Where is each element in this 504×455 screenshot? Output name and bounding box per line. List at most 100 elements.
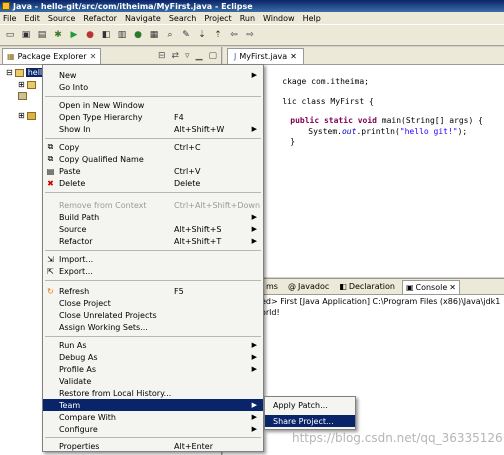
menu-item-shortcut: Ctrl+C — [174, 142, 201, 152]
tab-package-explorer[interactable]: ▦ Package Explorer ✕ — [2, 47, 102, 64]
search-icon[interactable]: ⌕ — [164, 29, 176, 41]
tab-console[interactable]: ▣ Console ✕ — [401, 279, 460, 294]
menu-item-delete[interactable]: ✖ Delete Delete — [43, 177, 263, 189]
menu-item-label: Export... — [59, 266, 93, 276]
code-line-print[interactable]: System.out.println("hello git!"); — [289, 118, 467, 145]
menu-item-export[interactable]: ⇱ Export... — [43, 265, 263, 277]
menu-edit[interactable]: Edit — [24, 14, 40, 23]
forward-icon[interactable]: ⇨ — [244, 29, 256, 41]
menu-item-close-unrelated-projects[interactable]: Close Unrelated Projects — [43, 309, 263, 321]
new-class-icon[interactable]: ● — [132, 29, 144, 41]
back-icon[interactable]: ⇦ — [228, 29, 240, 41]
code-text: ckage com.itheima; — [282, 77, 369, 86]
package-explorer-tabbar: ▦ Package Explorer ✕ ⊟ ⇄ ▿ ▁ ▢ — [0, 47, 221, 65]
menu-item-label: Remove from Context — [59, 200, 147, 210]
menu-source[interactable]: Source — [48, 14, 75, 23]
menu-separator — [45, 250, 261, 251]
menu-item-go-into[interactable]: Go Into — [43, 81, 263, 93]
tree-item-jre[interactable] — [18, 92, 27, 100]
submenu-arrow-icon: ▶ — [251, 341, 257, 349]
window-titlebar: Java - hello-git/src/com/itheima/MyFirst… — [0, 0, 504, 12]
save-icon[interactable]: ▣ — [20, 29, 32, 41]
menu-item-team[interactable]: Team ▶ — [43, 399, 263, 411]
menu-item-assign-working-sets[interactable]: Assign Working Sets... — [43, 321, 263, 333]
minimize-icon[interactable]: ▁ — [196, 51, 203, 61]
code-string: "hello git!" — [399, 127, 458, 136]
menu-item-refresh[interactable]: ↻ Refresh F5 — [43, 285, 263, 297]
source-folder-icon — [26, 80, 36, 89]
menu-item-build-path[interactable]: Build Path ▶ — [43, 211, 263, 223]
menu-item-remove-from-context[interactable]: Remove from Context Ctrl+Alt+Shift+Down — [43, 199, 263, 211]
menu-item-import[interactable]: ⇲ Import... — [43, 253, 263, 265]
expand-toggle-icon[interactable]: ⊞ — [18, 111, 25, 120]
menu-item-open-type-hierarchy[interactable]: Open Type Hierarchy F4 — [43, 111, 263, 123]
menu-item-copy-qualified-name[interactable]: ⧉ Copy Qualified Name — [43, 153, 263, 165]
menu-item-new[interactable]: New ▶ — [43, 69, 263, 81]
new-java-project-icon[interactable]: ◧ — [100, 29, 112, 41]
menu-item-source[interactable]: Source Alt+Shift+S ▶ — [43, 223, 263, 235]
menu-refactor[interactable]: Refactor — [83, 14, 117, 23]
print-icon[interactable]: ▤ — [36, 29, 48, 41]
tab-problems[interactable]: ms — [263, 280, 281, 294]
menu-navigate[interactable]: Navigate — [125, 14, 161, 23]
menu-item-debug-as[interactable]: Debug As ▶ — [43, 351, 263, 363]
prev-annotation-icon[interactable]: ⇡ — [212, 29, 224, 41]
collapse-toggle-icon[interactable]: ⊟ — [6, 68, 13, 77]
view-menu-icon[interactable]: ▿ — [185, 51, 190, 61]
menu-item-restore-local-history[interactable]: Restore from Local History... — [43, 387, 263, 399]
maximize-icon[interactable]: ▢ — [208, 51, 217, 61]
submenu-arrow-icon: ▶ — [251, 353, 257, 361]
tree-item-src[interactable]: ⊞ — [18, 80, 36, 89]
collapse-all-icon[interactable]: ⊟ — [158, 51, 166, 61]
console-tabbar: ms @ Javadoc ◧ Declaration ▣ Console ✕ — [223, 279, 504, 295]
expand-toggle-icon[interactable]: ⊞ — [18, 80, 25, 89]
debug-icon[interactable]: ✱ — [52, 29, 64, 41]
menu-search[interactable]: Search — [169, 14, 196, 23]
menu-item-run-as[interactable]: Run As ▶ — [43, 339, 263, 351]
menu-item-apply-patch[interactable]: Apply Patch... — [265, 399, 355, 411]
submenu-arrow-icon: ▶ — [251, 125, 257, 133]
menu-item-share-project[interactable]: Share Project... — [265, 415, 355, 427]
main-toolbar: ▭ ▣ ▤ ✱ ▶ ● ◧ ▥ ● ▦ ⌕ ✎ ⇣ ⇡ ⇦ ⇨ — [0, 24, 504, 46]
tree-item-other[interactable]: ⊞ — [18, 111, 36, 120]
open-type-icon[interactable]: ▦ — [148, 29, 160, 41]
run-icon[interactable]: ▶ — [68, 29, 80, 41]
menu-window[interactable]: Window — [263, 14, 295, 23]
menu-item-copy[interactable]: ⧉ Copy Ctrl+C — [43, 141, 263, 153]
menu-item-profile-as[interactable]: Profile As ▶ — [43, 363, 263, 375]
close-icon[interactable]: ✕ — [449, 283, 456, 292]
tab-myfirst-java[interactable]: J MyFirst.java ✕ — [227, 47, 304, 64]
tab-declaration[interactable]: ◧ Declaration — [336, 280, 398, 294]
menu-item-refactor[interactable]: Refactor Alt+Shift+T ▶ — [43, 235, 263, 247]
menubar: File Edit Source Refactor Navigate Searc… — [0, 12, 504, 24]
menu-item-open-in-new-window[interactable]: Open in New Window — [43, 99, 263, 111]
tab-javadoc[interactable]: @ Javadoc — [285, 280, 332, 294]
menu-item-compare-with[interactable]: Compare With ▶ — [43, 411, 263, 423]
menu-run[interactable]: Run — [240, 14, 255, 23]
next-annotation-icon[interactable]: ⇣ — [196, 29, 208, 41]
external-tools-icon[interactable]: ● — [84, 29, 96, 41]
menu-item-properties[interactable]: Properties Alt+Enter — [43, 440, 263, 452]
menu-file[interactable]: File — [3, 14, 16, 23]
eclipse-app-icon — [2, 2, 10, 10]
console-icon: ▣ — [405, 282, 414, 292]
close-icon[interactable]: ✕ — [290, 52, 297, 61]
pen-icon[interactable]: ✎ — [180, 29, 192, 41]
menu-help[interactable]: Help — [303, 14, 321, 23]
menu-separator — [45, 280, 261, 281]
close-icon[interactable]: ✕ — [90, 52, 97, 61]
menu-item-paste[interactable]: ▤ Paste Ctrl+V — [43, 165, 263, 177]
link-editor-icon[interactable]: ⇄ — [171, 51, 179, 61]
menu-item-configure[interactable]: Configure ▶ — [43, 423, 263, 435]
code-line-close[interactable]: } — [271, 128, 295, 155]
menu-project[interactable]: Project — [204, 14, 231, 23]
tree-item-hello-git[interactable]: ⊟ hell — [6, 68, 45, 77]
submenu-arrow-icon: ▶ — [251, 365, 257, 373]
menu-item-show-in[interactable]: Show In Alt+Shift+W ▶ — [43, 123, 263, 135]
menu-item-close-project[interactable]: Close Project — [43, 297, 263, 309]
new-icon[interactable]: ▭ — [4, 29, 16, 41]
menu-item-shortcut: Ctrl+Alt+Shift+Down — [174, 200, 261, 210]
menu-item-validate[interactable]: Validate — [43, 375, 263, 387]
submenu-arrow-icon: ▶ — [251, 213, 257, 221]
new-package-icon[interactable]: ▥ — [116, 29, 128, 41]
